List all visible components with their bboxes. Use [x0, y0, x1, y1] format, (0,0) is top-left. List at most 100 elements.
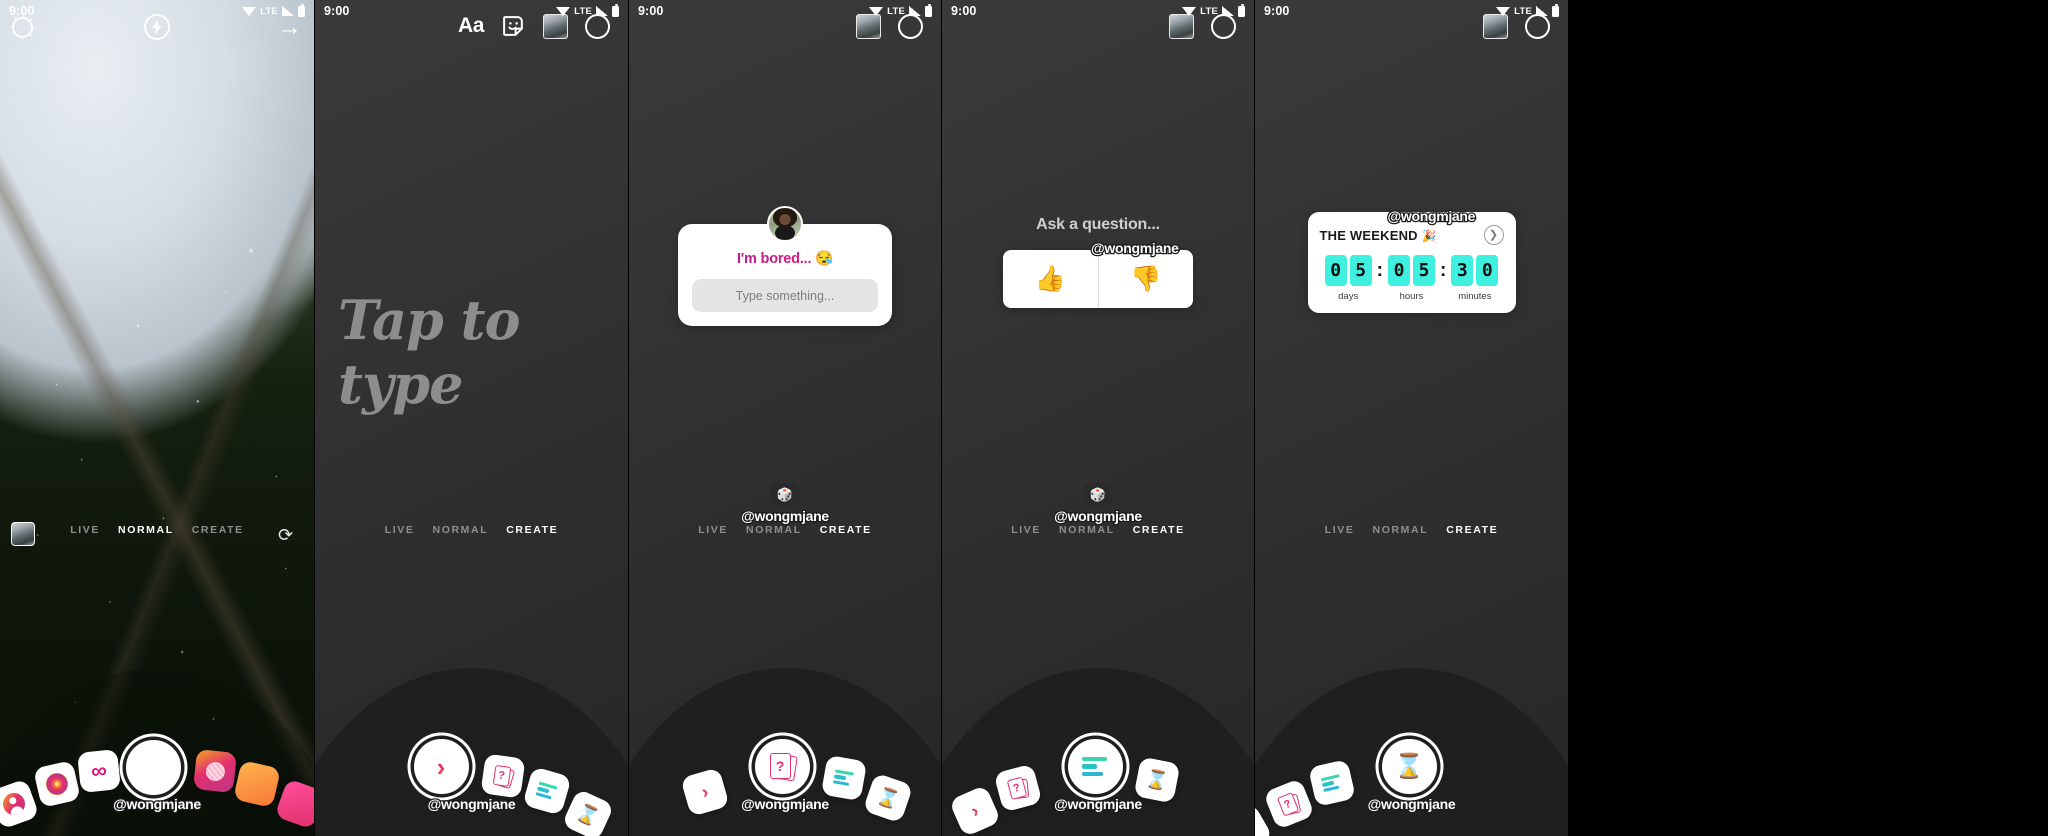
mode-create[interactable]: CREATE	[820, 524, 872, 536]
camera-mode-bar: LIVE NORMAL CREATE	[629, 524, 941, 536]
mode-live[interactable]: LIVE	[1011, 524, 1041, 536]
mode-normal[interactable]: NORMAL	[1373, 524, 1429, 536]
avatar	[767, 206, 803, 242]
panel-create-poll: 9:00 LTE Ask a question... 👍 👎 @wongmjan…	[941, 0, 1254, 836]
carousel-item-boomerang[interactable]	[33, 760, 81, 808]
questions-prompt[interactable]: I'm bored... 😪	[692, 250, 878, 267]
chevron-right-circle-icon[interactable]: ❯	[1483, 225, 1504, 245]
questions-answer-input[interactable]: Type something...	[692, 279, 878, 312]
mode-create[interactable]: CREATE	[192, 524, 244, 536]
carousel-item-poll[interactable]	[820, 754, 868, 802]
questions-icon	[492, 764, 514, 787]
carousel-item-type[interactable]: ›	[948, 784, 1002, 836]
watermark-handle: @wongmjane	[112, 795, 203, 814]
questions-icon	[769, 752, 796, 781]
carousel-item-countdown[interactable]: ⌛	[862, 772, 914, 824]
watermark-handle: @wongmjane	[740, 507, 831, 526]
carousel-item-questions-selected[interactable]	[755, 739, 810, 794]
carousel-item-type-selected[interactable]: ›	[413, 739, 469, 794]
battery-icon	[925, 3, 932, 17]
wifi-icon	[1182, 6, 1197, 16]
countdown-title-text: THE WEEKEND	[1319, 227, 1418, 243]
battery-icon	[612, 3, 619, 17]
mode-live[interactable]: LIVE	[385, 524, 415, 536]
shutter-button[interactable]	[126, 740, 181, 795]
questions-sticker[interactable]: I'm bored... 😪 Type something...	[678, 206, 892, 326]
panel-create-questions: 9:00 LTE I'm bored... 😪 Type something..…	[628, 0, 941, 836]
carousel-item-poll-selected[interactable]	[1068, 739, 1123, 794]
signal-bars-icon	[1222, 6, 1234, 16]
battery-icon	[298, 3, 305, 17]
status-bar: 9:00 LTE	[1255, 0, 1568, 22]
countdown-hourglass-icon: ⌛	[1394, 753, 1424, 780]
countdown-unit-label: days	[1338, 291, 1359, 302]
type-chevron-icon: ›	[967, 800, 983, 822]
thumbs-down-option[interactable]: 👎	[1097, 250, 1194, 308]
infinity-icon: ∞	[89, 757, 109, 784]
status-bar: 9:00 LTE	[0, 0, 314, 22]
sleepy-face-emoji: 😪	[815, 251, 834, 267]
carousel-item-poll[interactable]	[521, 766, 572, 816]
questions-prompt-text: I'm bored...	[736, 251, 812, 267]
countdown-hourglass-icon: ⌛	[1144, 767, 1171, 792]
countdown-separator: :	[1376, 260, 1383, 281]
carousel-item-effect-orange[interactable]	[233, 760, 281, 808]
status-time: 9:00	[951, 4, 977, 18]
signal-bars-icon	[596, 6, 608, 16]
poll-question[interactable]: Ask a question...	[1003, 216, 1193, 234]
poll-icon	[1319, 773, 1344, 793]
countdown-title[interactable]: THE WEEKEND 🎉	[1320, 228, 1437, 243]
countdown-hourglass-icon: ⌛	[573, 800, 603, 829]
shuffle-dice-icon[interactable]: 🎲	[770, 483, 800, 506]
poll-sticker[interactable]: Ask a question... 👍 👎	[1003, 216, 1193, 308]
countdown-digit: 0	[1476, 255, 1499, 286]
effect-red-icon	[204, 760, 226, 782]
network-label: LTE	[887, 5, 905, 17]
watermark-handle: @wongmjane	[1053, 507, 1144, 526]
status-time: 9:00	[324, 4, 350, 18]
mode-create[interactable]: CREATE	[506, 524, 558, 536]
mode-live[interactable]: LIVE	[70, 524, 100, 536]
mode-normal[interactable]: NORMAL	[1059, 524, 1115, 536]
countdown-group-minutes: 3 0 minutes	[1451, 255, 1499, 302]
carousel-item-infinity[interactable]: ∞	[77, 749, 121, 793]
carousel-item-type[interactable]: ›	[680, 767, 730, 817]
carousel-item-effect-pink[interactable]	[274, 778, 314, 830]
mode-create[interactable]: CREATE	[1133, 524, 1185, 536]
carousel-item-questions[interactable]	[1262, 777, 1315, 831]
network-label: LTE	[1514, 5, 1532, 17]
mode-create[interactable]: CREATE	[1446, 524, 1498, 536]
countdown-hourglass-icon: ⌛	[874, 784, 903, 811]
carousel-item-superzoom[interactable]	[0, 778, 40, 830]
countdown-digit: 0	[1324, 255, 1347, 286]
carousel-item-countdown[interactable]: ⌛	[560, 788, 615, 836]
mode-normal[interactable]: NORMAL	[118, 524, 174, 536]
thumbs-up-option[interactable]: 👍	[1003, 250, 1098, 308]
mode-live[interactable]: LIVE	[1325, 524, 1355, 536]
wifi-icon	[1496, 6, 1511, 16]
network-label: LTE	[260, 5, 278, 17]
carousel-item-effect-red[interactable]	[193, 749, 237, 793]
countdown-digit: 5	[1349, 255, 1372, 286]
panel-create-countdown: 9:00 LTE THE WEEKEND 🎉 ❯ 0 5 days: 0 5 …	[1254, 0, 1568, 836]
carousel-item-countdown-selected[interactable]: ⌛	[1381, 739, 1437, 794]
type-chevron-icon: ›	[699, 781, 711, 803]
camera-mode-bar: LIVE NORMAL CREATE	[0, 524, 314, 536]
superzoom-person-icon	[0, 789, 29, 819]
countdown-group-days: 0 5 days	[1324, 255, 1372, 302]
gallery-thumbnail-icon[interactable]	[11, 522, 35, 546]
carousel-item-questions[interactable]	[479, 753, 526, 799]
mode-normal[interactable]: NORMAL	[433, 524, 489, 536]
countdown-sticker[interactable]: THE WEEKEND 🎉 ❯ 0 5 days : 0 5 hours: 3…	[1307, 212, 1516, 313]
shuffle-dice-icon[interactable]: 🎲	[1083, 483, 1113, 506]
signal-bars-icon	[909, 6, 921, 16]
tap-to-type-placeholder[interactable]: Tap to type	[338, 288, 628, 416]
boomerang-rings-icon	[43, 770, 71, 798]
status-bar: 9:00 LTE	[315, 0, 628, 22]
mode-live[interactable]: LIVE	[698, 524, 728, 536]
carousel-item-questions[interactable]	[993, 763, 1043, 813]
carousel-item-poll[interactable]	[1307, 759, 1356, 807]
watermark-handle: @wongmjane	[426, 795, 517, 814]
mode-normal[interactable]: NORMAL	[746, 524, 802, 536]
rotate-camera-icon[interactable]: ⟳	[278, 526, 300, 548]
